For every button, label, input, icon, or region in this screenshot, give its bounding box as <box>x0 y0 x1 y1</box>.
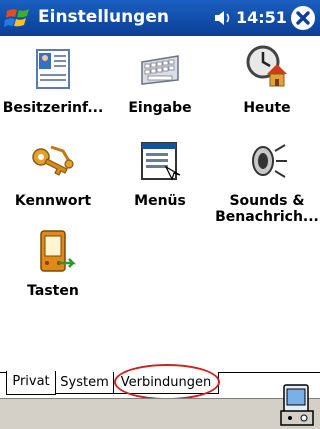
item-label: Besitzerinf... <box>2 100 104 116</box>
tab-system[interactable]: System <box>55 372 114 394</box>
item-label: Sounds & Benachrich... <box>215 193 319 225</box>
input-panel-icon[interactable] <box>278 383 316 427</box>
settings-item-sounds[interactable]: Sounds & Benachrich... <box>214 137 320 225</box>
item-label: Heute <box>243 100 291 116</box>
settings-item-password[interactable]: Kennwort <box>0 137 106 209</box>
speaker-sound-icon <box>252 144 287 178</box>
window-title[interactable]: Einstellungen <box>38 7 169 27</box>
item-label: Menüs <box>134 193 186 209</box>
annotation-circle <box>114 364 220 400</box>
close-icon[interactable] <box>291 6 315 30</box>
menu-window-icon <box>141 142 181 181</box>
keys-icon <box>32 145 74 176</box>
tab-privat[interactable]: Privat <box>6 371 56 395</box>
windows-flag-icon[interactable] <box>4 5 32 31</box>
settings-item-input[interactable]: Eingabe <box>107 44 213 116</box>
title-bar: Einstellungen 14:51 <box>0 0 320 36</box>
item-label: Kennwort <box>14 193 92 209</box>
settings-item-today[interactable]: Heute <box>214 44 320 116</box>
item-label: Tasten <box>27 283 79 299</box>
keyboard-icon <box>141 55 179 85</box>
speaker-icon[interactable] <box>213 10 233 26</box>
settings-item-menus[interactable]: Menüs <box>107 137 213 209</box>
clock[interactable]: 14:51 <box>236 8 287 27</box>
device-buttons-icon <box>40 230 77 272</box>
settings-item-buttons[interactable]: Tasten <box>0 227 106 299</box>
owner-info-icon <box>36 49 70 89</box>
settings-item-owner-info[interactable]: Besitzerinf... <box>0 44 106 116</box>
command-bar <box>0 384 320 429</box>
item-label: Eingabe <box>128 100 192 116</box>
today-clock-icon <box>246 45 287 87</box>
